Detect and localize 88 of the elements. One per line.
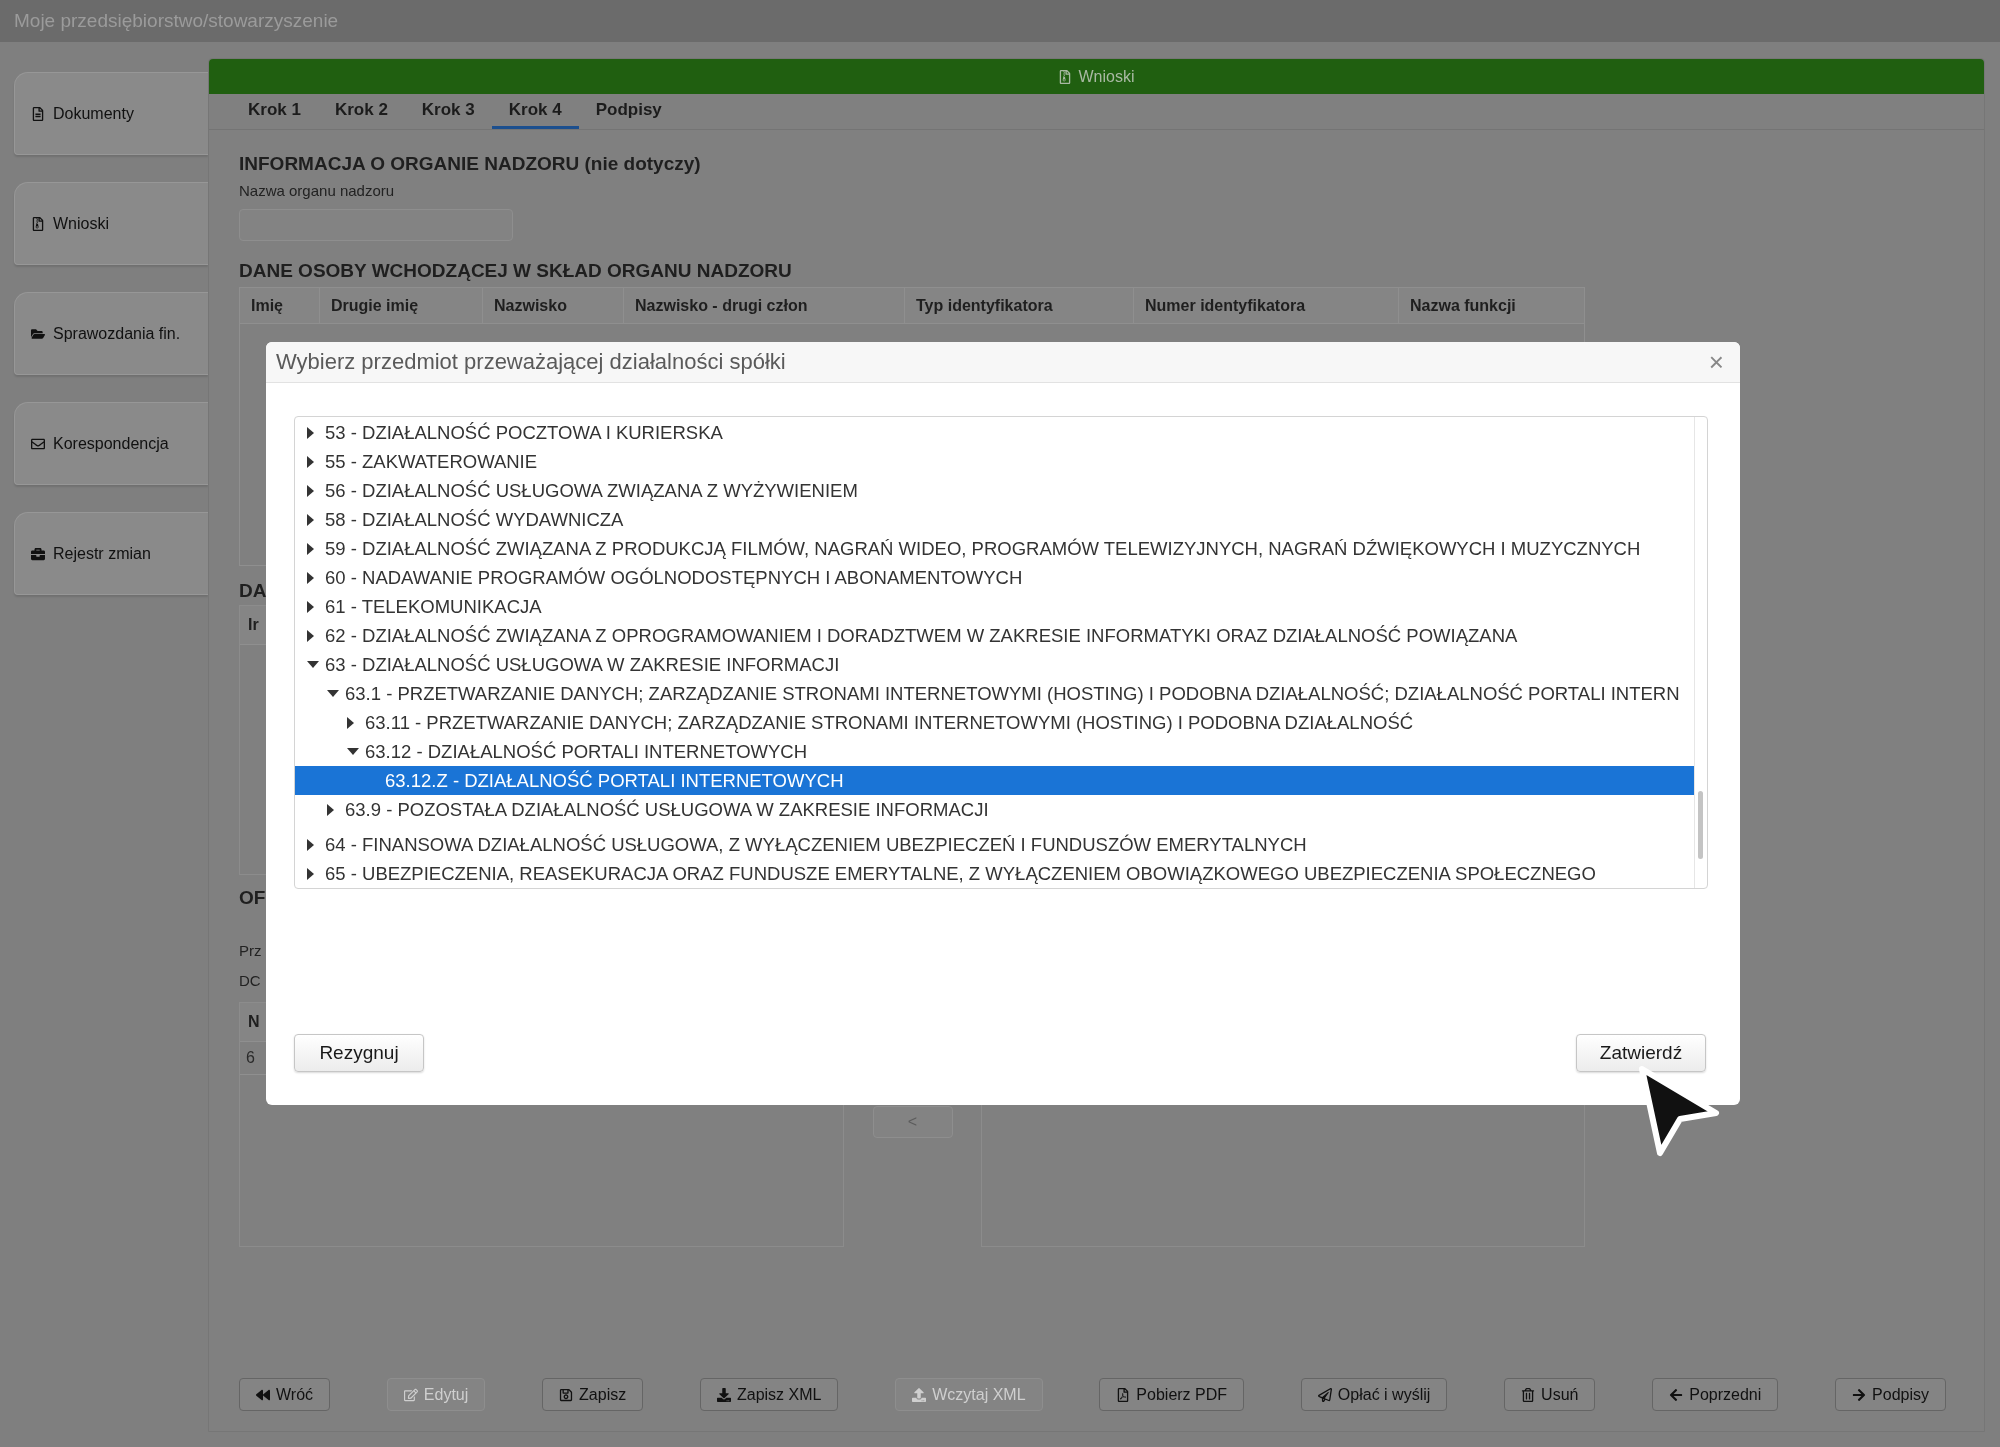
caret-right-icon[interactable] bbox=[307, 426, 314, 439]
tree-item[interactable]: 63.11 - PRZETWARZANIE DANYCH; ZARZĄDZANIE STRONAMI INTERNETOWYMI (HOSTING) I PODOBNA DZIAŁALNOŚĆ bbox=[295, 708, 1694, 737]
column-header: Ir bbox=[248, 616, 259, 634]
tab[interactable]: Krok 3 bbox=[404, 94, 492, 129]
tree-item[interactable]: 65 - UBEZPIECZENIA, REASEKURACJA ORAZ FUNDUSZE EMERYTALNE, Z WYŁĄCZENIEM OBOWIĄZKOWEGO UBEZPIECZENIA SPOŁECZNEGO bbox=[295, 859, 1694, 888]
tree-item[interactable]: 63.9 - POZOSTAŁA DZIAŁALNOŚĆ USŁUGOWA W ZAKRESIE INFORMACJI bbox=[295, 795, 1694, 824]
upload-icon bbox=[912, 1387, 927, 1402]
section-heading: OF bbox=[239, 886, 266, 910]
section-heading: DA bbox=[239, 579, 267, 603]
caret-right-icon[interactable] bbox=[307, 513, 314, 526]
archive-file-icon bbox=[1058, 69, 1073, 84]
folder-icon bbox=[31, 326, 45, 341]
tab[interactable]: Krok 2 bbox=[317, 94, 405, 129]
toolbar-button[interactable]: Zapisz bbox=[542, 1378, 644, 1411]
tree-item[interactable]: 63.1 - PRZETWARZANIE DANYCH; ZARZĄDZANIE STRONAMI INTERNETOWYMI (HOSTING) I PODOBNA DZIAŁALNOŚĆ; DZIAŁALNOŚĆ PORTALI INTERN bbox=[295, 679, 1694, 708]
caret-down-icon[interactable] bbox=[327, 690, 339, 697]
tree-item[interactable]: 53 - DZIAŁALNOŚĆ POCZTOWA I KURIERSKA bbox=[295, 418, 1694, 447]
caret-down-icon[interactable] bbox=[307, 661, 319, 668]
arrow-right-icon bbox=[1852, 1387, 1867, 1402]
column-header: Typ identyfikatora bbox=[905, 288, 1134, 323]
cancel-button[interactable]: Rezygnuj bbox=[294, 1034, 424, 1072]
close-button[interactable]: × bbox=[1704, 349, 1728, 375]
pdf-file-icon bbox=[1116, 1387, 1131, 1402]
toolbar-button[interactable]: Podpisy bbox=[1835, 1378, 1946, 1411]
sidebar-item[interactable]: Korespondencja bbox=[14, 402, 208, 485]
caret-right-icon[interactable] bbox=[307, 838, 314, 851]
column-header: N bbox=[248, 1013, 260, 1031]
tree-item[interactable]: 59 - DZIAŁALNOŚĆ ZWIĄZANA Z PRODUKCJĄ FILMÓW, NAGRAŃ WIDEO, PROGRAMÓW TELEWIZYJNYCH, NAGRAŃ DŹWIĘKOWYCH I MUZYCZNYCH bbox=[295, 534, 1694, 563]
confirm-button[interactable]: Zatwierdź bbox=[1576, 1034, 1706, 1072]
document-icon bbox=[31, 106, 45, 121]
toolbar-button[interactable]: Opłać i wyślij bbox=[1300, 1378, 1448, 1411]
caret-right-icon[interactable] bbox=[307, 484, 314, 497]
edit-icon bbox=[403, 1387, 418, 1402]
tab[interactable]: Krok 1 bbox=[231, 94, 318, 129]
column-header: Numer identyfikatora bbox=[1134, 288, 1399, 323]
tab[interactable]: Podpisy bbox=[578, 94, 679, 129]
tree-item[interactable]: 64 - FINANSOWA DZIAŁALNOŚĆ USŁUGOWA, Z WYŁĄCZENIEM UBEZPIECZEŃ I FUNDUSZÓW EMERYTALNYCH bbox=[295, 830, 1694, 859]
section-heading: INFORMACJA O ORGANIE NADZORU (nie dotyczy) bbox=[239, 152, 701, 176]
archive-file-icon bbox=[31, 216, 45, 231]
briefcase-icon bbox=[31, 546, 45, 561]
field-label: Nazwa organu nadzoru bbox=[239, 182, 395, 200]
download-icon bbox=[717, 1387, 731, 1402]
trash-icon bbox=[1521, 1387, 1536, 1402]
envelope-icon bbox=[31, 436, 45, 451]
caret-right-icon[interactable] bbox=[307, 542, 314, 555]
tree-item[interactable]: 58 - DZIAŁALNOŚĆ WYDAWNICZA bbox=[295, 505, 1694, 534]
column-header: Imię bbox=[240, 288, 320, 323]
caret-right-icon[interactable] bbox=[347, 716, 354, 729]
text-line: Prz bbox=[239, 942, 262, 960]
toolbar-button[interactable]: Pobierz PDF bbox=[1099, 1378, 1245, 1411]
table-cell: 6 bbox=[246, 1049, 255, 1067]
dialog-title: Wybierz przedmiot przeważającej działalności spółki bbox=[276, 349, 786, 375]
tree-item[interactable]: 55 - ZAKWATEROWANIE bbox=[295, 447, 1694, 476]
tree-item[interactable]: 63.12 - DZIAŁALNOŚĆ PORTALI INTERNETOWYCH bbox=[295, 737, 1694, 766]
tab[interactable]: Krok 4 bbox=[491, 94, 579, 129]
rewind-icon bbox=[256, 1387, 270, 1402]
tree-item[interactable]: 63.12.Z - DZIAŁALNOŚĆ PORTALI INTERNETOWYCH bbox=[295, 766, 1694, 795]
tree-item[interactable]: 60 - NADAWANIE PROGRAMÓW OGÓLNODOSTĘPNYCH I ABONAMENTOWYCH bbox=[295, 563, 1694, 592]
caret-right-icon[interactable] bbox=[307, 867, 314, 880]
sidebar-item[interactable]: Rejestr zmian bbox=[14, 512, 208, 595]
column-header: Nazwisko bbox=[483, 288, 624, 323]
caret-down-icon[interactable] bbox=[347, 748, 359, 755]
tree-item[interactable]: 63 - DZIAŁALNOŚĆ USŁUGOWA W ZAKRESIE INFORMACJI bbox=[295, 650, 1694, 679]
section-heading: DANE OSOBY WCHODZĄCEJ W SKŁAD ORGANU NADZORU bbox=[239, 259, 792, 283]
sidebar-item[interactable]: Wnioski bbox=[14, 182, 208, 265]
column-header: Drugie imię bbox=[320, 288, 483, 323]
text-line: DC bbox=[239, 972, 261, 990]
save-icon bbox=[559, 1387, 574, 1402]
sidebar-item[interactable]: Sprawozdania fin. bbox=[14, 292, 208, 375]
tree-item[interactable]: 62 - DZIAŁALNOŚĆ ZWIĄZANA Z OPROGRAMOWANIEM I DORADZTWEM W ZAKRESIE INFORMATYKI ORAZ DZIAŁALNOŚĆ POWIĄZANA bbox=[295, 621, 1694, 650]
panel-title: Wnioski bbox=[1078, 67, 1135, 86]
caret-right-icon[interactable] bbox=[327, 803, 334, 816]
tree-item[interactable]: 56 - DZIAŁALNOŚĆ USŁUGOWA ZWIĄZANA Z WYŻYWIENIEM bbox=[295, 476, 1694, 505]
caret-right-icon[interactable] bbox=[307, 629, 314, 642]
arrow-left-icon bbox=[1669, 1387, 1684, 1402]
column-header: Nazwa funkcji bbox=[1409, 295, 1517, 316]
toolbar-button[interactable]: Wróć bbox=[239, 1378, 331, 1411]
caret-right-icon[interactable] bbox=[307, 600, 314, 613]
caret-right-icon[interactable] bbox=[307, 571, 314, 584]
column-header: Nazwisko - drugi człon bbox=[624, 288, 905, 323]
toolbar-button[interactable]: Poprzedni bbox=[1652, 1378, 1779, 1411]
paper-plane-icon bbox=[1317, 1387, 1332, 1402]
scrollbar-thumb[interactable] bbox=[1698, 791, 1703, 859]
toolbar-button[interactable]: Usuń bbox=[1504, 1378, 1596, 1411]
tree-item[interactable]: 61 - TELEKOMUNIKACJA bbox=[295, 592, 1694, 621]
caret-right-icon[interactable] bbox=[307, 455, 314, 468]
sidebar-item[interactable]: Dokumenty bbox=[14, 72, 208, 155]
toolbar-button[interactable]: Zapisz XML bbox=[700, 1378, 839, 1411]
